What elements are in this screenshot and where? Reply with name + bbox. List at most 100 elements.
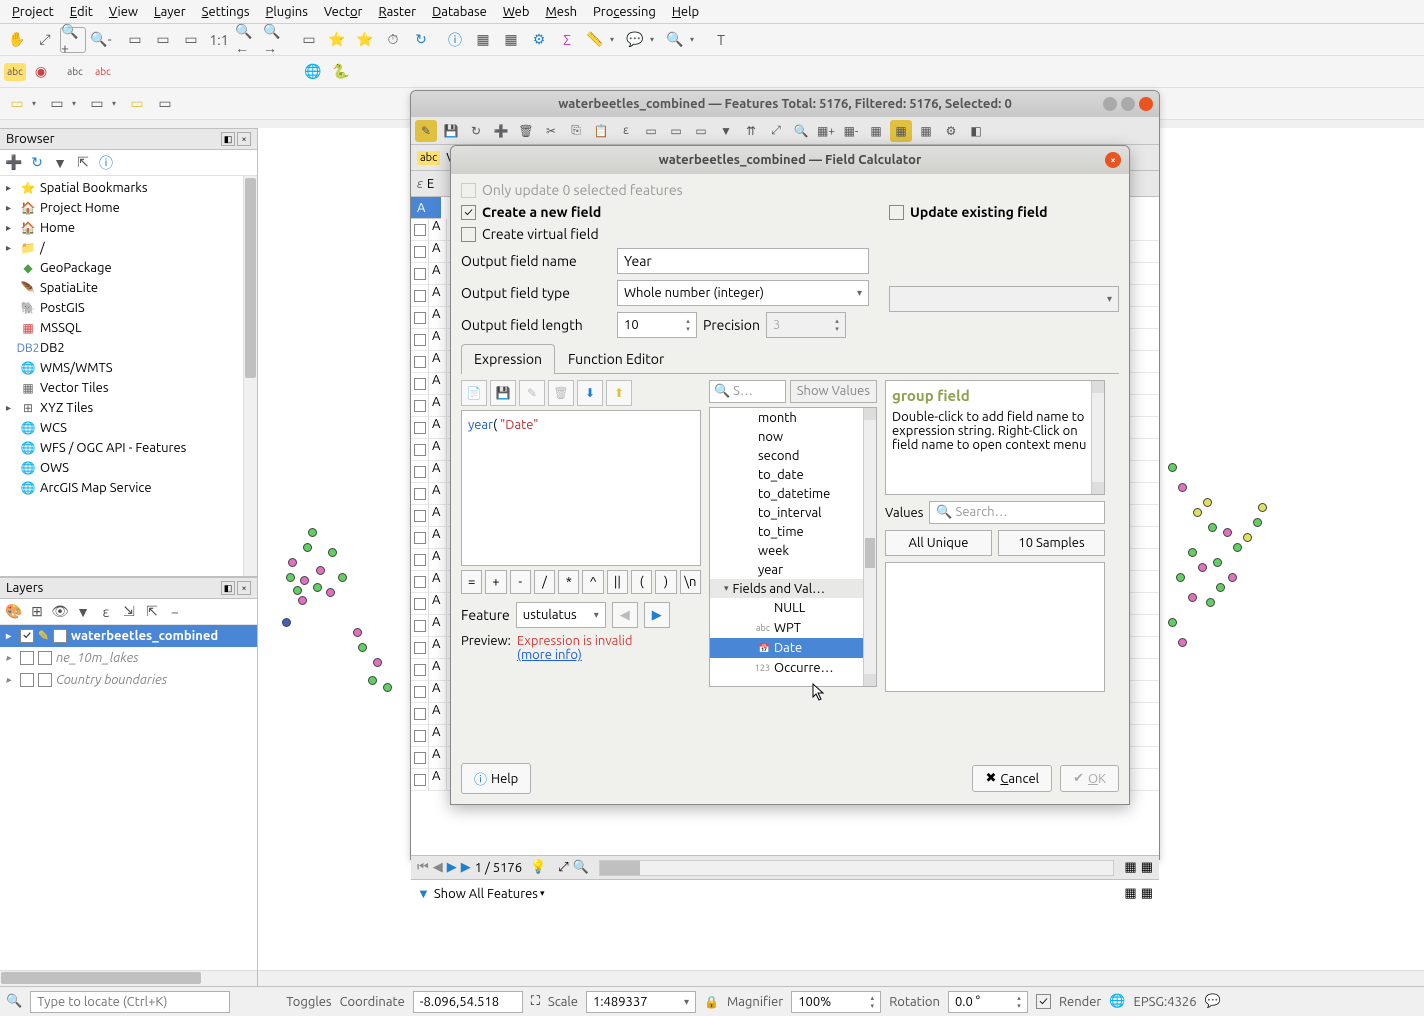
row-checkbox[interactable] — [414, 708, 426, 720]
browser-item[interactable]: ▦MSSQL — [2, 318, 255, 338]
browser-item[interactable]: ▸⊞XYZ Tiles — [2, 398, 255, 418]
browser-scrollbar[interactable] — [243, 176, 257, 576]
deselect-attr-icon[interactable]: ▭ — [690, 120, 712, 142]
filter-dropdown-icon[interactable]: ▾ — [540, 888, 545, 899]
select-all-attr-icon[interactable]: ▭ — [640, 120, 662, 142]
refresh-browser-icon[interactable]: ↻ — [27, 153, 47, 173]
ten-samples-button[interactable]: 10 Samples — [998, 530, 1105, 556]
browser-item[interactable]: 🌐OWS — [2, 458, 255, 478]
select-all-icon[interactable]: ▭ — [124, 91, 150, 117]
menu-processing[interactable]: Processing — [585, 3, 664, 21]
browser-undock-icon[interactable]: ◧ — [221, 132, 235, 146]
zoom-next-icon[interactable]: 🔍→ — [262, 27, 288, 53]
row-checkbox[interactable] — [414, 312, 426, 324]
attr-min-icon[interactable] — [1103, 97, 1117, 111]
update-existing-checkbox[interactable] — [889, 205, 904, 220]
nav-next-icon[interactable]: ▶ — [461, 860, 471, 875]
all-unique-button[interactable]: All Unique — [885, 530, 992, 556]
zoom-native-icon[interactable]: 1:1 — [206, 27, 232, 53]
cut-icon[interactable]: ✂ — [540, 120, 562, 142]
fc-titlebar[interactable]: waterbeetles_combined — Field Calculator… — [451, 146, 1129, 174]
toolbox-icon[interactable]: ⚙ — [526, 27, 552, 53]
browser-tree[interactable]: ▸⭐Spatial Bookmarks▸🏠Project Home▸🏠Home▸… — [0, 176, 257, 576]
scale-select[interactable]: 1:489337 — [586, 991, 696, 1013]
form-view2-icon[interactable]: ▦ — [1124, 886, 1136, 901]
metasearch-icon[interactable]: 🌐 — [300, 59, 326, 85]
zoom-layer-icon[interactable]: ▭ — [178, 27, 204, 53]
layer-item[interactable]: ▸ne_10m_lakes — [0, 647, 257, 669]
actions-icon[interactable]: ⚙ — [940, 120, 962, 142]
operator-button[interactable]: * — [558, 570, 579, 594]
attr-hscroll[interactable] — [599, 860, 1115, 876]
delete-feature-icon[interactable]: 🗑 — [515, 120, 537, 142]
menu-database[interactable]: Database — [424, 3, 495, 21]
label-icon[interactable]: abc — [4, 63, 26, 81]
menu-help[interactable]: Help — [664, 3, 707, 21]
crs-icon[interactable]: 🌐 — [1109, 994, 1125, 1009]
function-item[interactable]: second — [710, 446, 876, 465]
layer-item[interactable]: ▸✎waterbeetles_combined — [0, 625, 257, 647]
remove-layer-icon[interactable]: − — [165, 602, 185, 622]
nav-play-icon[interactable]: ▶ — [447, 860, 457, 875]
operator-button[interactable]: / — [534, 570, 555, 594]
messages-icon[interactable]: 💬 — [1205, 994, 1221, 1009]
menu-mesh[interactable]: Mesh — [537, 3, 585, 21]
browser-close-icon[interactable]: × — [237, 132, 251, 146]
function-item[interactable]: to_time — [710, 522, 876, 541]
out-name-input[interactable] — [617, 248, 869, 274]
bookmarks-icon[interactable]: ⭐ — [352, 27, 378, 53]
attr-close-icon[interactable] — [1139, 97, 1153, 111]
function-search-input[interactable]: 🔍 S… — [709, 380, 786, 403]
add-layer-icon[interactable]: ➕ — [4, 153, 24, 173]
menu-raster[interactable]: Raster — [370, 3, 424, 21]
function-item[interactable]: year — [710, 560, 876, 579]
row-checkbox[interactable] — [414, 774, 426, 786]
browser-item[interactable]: ◆GeoPackage — [2, 258, 255, 278]
save-expr-icon[interactable]: 💾 — [490, 380, 516, 406]
menu-layer[interactable]: Layer — [146, 3, 194, 21]
paste-icon[interactable]: 📋 — [590, 120, 612, 142]
row-checkbox[interactable] — [414, 444, 426, 456]
row-checkbox[interactable] — [414, 422, 426, 434]
field-item[interactable]: 123Occurre… — [710, 658, 876, 678]
browser-item[interactable]: ▸🏠Home — [2, 218, 255, 238]
row-checkbox[interactable] — [414, 224, 426, 236]
out-len-input[interactable]: 10 — [617, 312, 697, 338]
menu-project[interactable]: Project — [4, 3, 62, 21]
function-list[interactable]: monthnowsecondto_dateto_datetimeto_inter… — [709, 407, 877, 687]
coord-input[interactable] — [413, 991, 523, 1013]
new-bookmark-icon[interactable]: ⭐ — [324, 27, 350, 53]
function-item[interactable]: to_datetime — [710, 484, 876, 503]
expression-textarea[interactable]: year( "Date" — [461, 410, 701, 566]
operator-button[interactable]: + — [485, 570, 506, 594]
row-checkbox[interactable] — [414, 752, 426, 764]
new-field-icon[interactable]: ▦+ — [815, 120, 837, 142]
out-type-select[interactable]: Whole number (integer) — [617, 280, 869, 306]
stats-icon[interactable]: Σ — [554, 27, 580, 53]
menu-plugins[interactable]: Plugins — [258, 3, 316, 21]
select-value-icon[interactable]: ▭ — [44, 91, 70, 117]
filter-browser-icon[interactable]: ▼ — [50, 153, 70, 173]
refresh-icon[interactable]: ↻ — [408, 27, 434, 53]
function-item[interactable]: to_date — [710, 465, 876, 484]
row-checkbox[interactable] — [414, 466, 426, 478]
operator-button[interactable]: - — [510, 570, 531, 594]
menu-edit[interactable]: Edit — [62, 3, 101, 21]
export-expr-icon[interactable]: ⬆ — [606, 380, 632, 406]
zoom-sel-icon[interactable]: 🔍 — [790, 120, 812, 142]
select-expr-icon[interactable]: ε — [615, 120, 637, 142]
collapse-all-icon[interactable]: ⇱ — [142, 602, 162, 622]
invert-icon[interactable]: ▭ — [152, 91, 178, 117]
copy-icon[interactable]: ⎘ — [565, 120, 587, 142]
field-item[interactable]: NULL — [710, 598, 876, 618]
measure-icon[interactable]: 📏 — [582, 27, 608, 53]
row-checkbox[interactable] — [414, 290, 426, 302]
layer-checkbox[interactable] — [20, 673, 34, 687]
expression-filter-icon[interactable]: ε — [96, 602, 116, 622]
function-item[interactable]: month — [710, 408, 876, 427]
field-item[interactable]: 📅Date — [710, 638, 876, 658]
operator-button[interactable]: || — [607, 570, 628, 594]
pan-selection-icon[interactable]: ⤢ — [32, 27, 58, 53]
row-checkbox[interactable] — [414, 246, 426, 258]
menu-web[interactable]: Web — [495, 3, 538, 21]
